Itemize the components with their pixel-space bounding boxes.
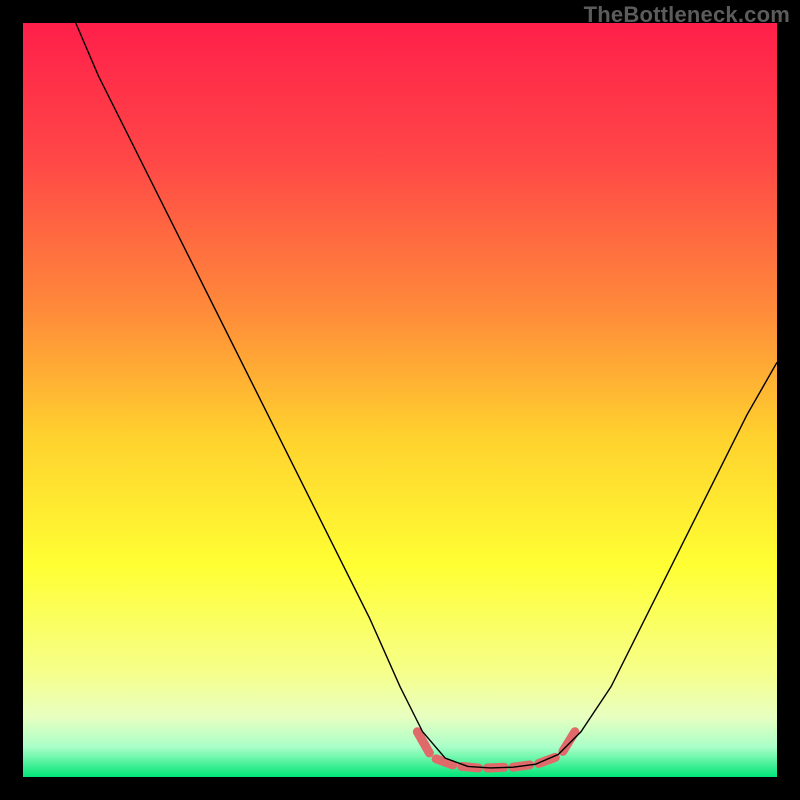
bottleneck-curve-chart: [23, 23, 777, 777]
watermark-text: TheBottleneck.com: [584, 2, 790, 28]
gradient-background: [23, 23, 777, 777]
chart-frame: [23, 23, 777, 777]
